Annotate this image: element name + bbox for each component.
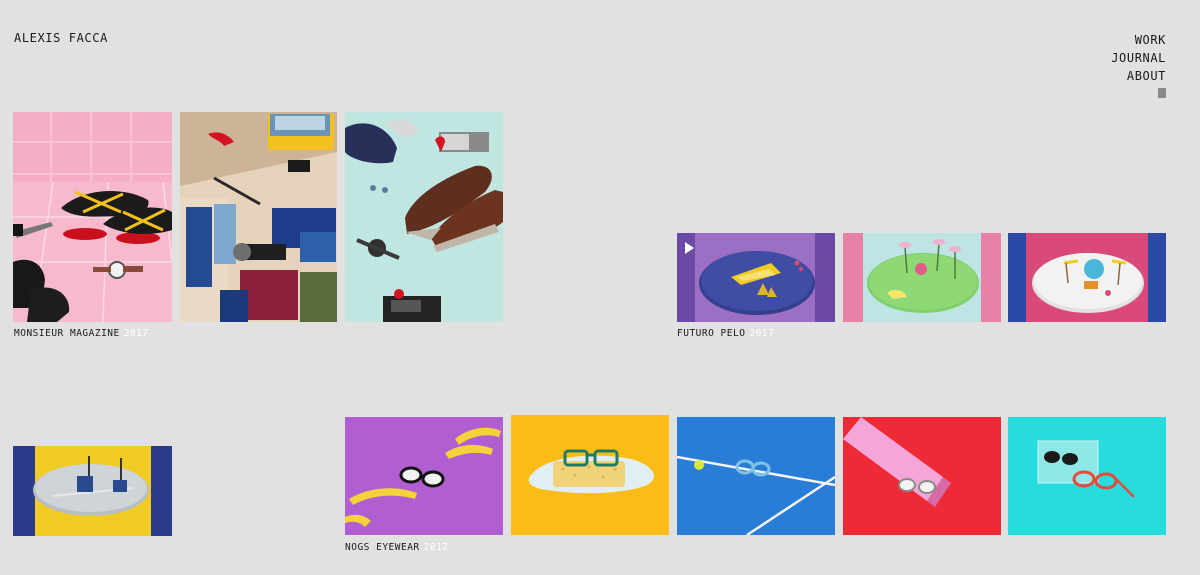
project-image-futuro-3[interactable] — [1008, 233, 1166, 322]
play-icon[interactable] — [685, 242, 694, 254]
project-caption-futuro[interactable]: FUTURO PELO 2017 — [677, 328, 774, 339]
project-caption-nogs[interactable]: NOGS EYEWEAR 2017 — [345, 542, 449, 553]
project-title: FUTURO PELO — [677, 328, 746, 339]
scroll-indicator-icon — [1158, 88, 1166, 98]
project-image-futuro-1[interactable] — [677, 233, 835, 322]
project-image-futuro-2[interactable] — [843, 233, 1001, 322]
project-year: 2017 — [749, 328, 775, 339]
project-image-nogs-2[interactable] — [511, 415, 669, 535]
project-image-nogs-5[interactable] — [1008, 417, 1166, 535]
project-image-monsieur-1[interactable] — [13, 112, 172, 322]
project-caption-monsieur[interactable]: MONSIEUR MAGAZINE 2017 — [14, 328, 149, 339]
project-year: 2017 — [123, 328, 149, 339]
nav-journal[interactable]: JOURNAL — [1111, 49, 1166, 67]
project-title: NOGS EYEWEAR — [345, 542, 420, 553]
project-title: MONSIEUR MAGAZINE — [14, 328, 120, 339]
project-year: 2017 — [423, 542, 449, 553]
main-nav: WORK JOURNAL ABOUT — [1111, 31, 1166, 103]
project-image-monsieur-2[interactable] — [180, 112, 337, 322]
project-image-nogs-3[interactable] — [677, 417, 835, 535]
nav-about[interactable]: ABOUT — [1111, 67, 1166, 85]
nav-work[interactable]: WORK — [1111, 31, 1166, 49]
project-image-monsieur-4[interactable] — [13, 446, 172, 536]
project-image-monsieur-3[interactable] — [345, 112, 503, 322]
project-image-nogs-1[interactable] — [345, 417, 503, 535]
site-title[interactable]: ALEXIS FACCA — [14, 31, 108, 45]
project-image-nogs-4[interactable] — [843, 417, 1001, 535]
